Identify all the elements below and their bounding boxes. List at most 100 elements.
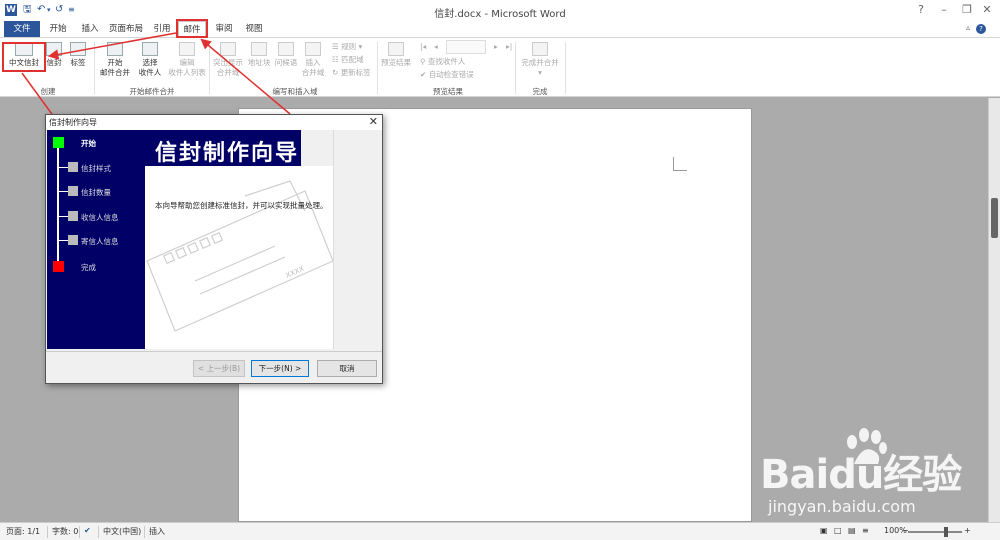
rules-label: 规则: [341, 42, 357, 51]
status-insert-mode[interactable]: 插入: [149, 526, 165, 537]
step-sender-info[interactable]: 寄信人信息: [81, 236, 119, 247]
postcode-box: [210, 231, 224, 245]
zoom-slider[interactable]: [908, 531, 962, 533]
preview-icon: [388, 42, 404, 56]
status-separator: [79, 526, 80, 538]
close-icon[interactable]: ✕: [978, 3, 996, 17]
postcode-box: [198, 236, 212, 250]
prev-record-icon[interactable]: ◂: [434, 42, 438, 52]
status-separator: [144, 526, 145, 538]
envelope-wizard-dialog: 信封制作向导 ✕ 开始 信封样式 信封数量 收信人信息 寄信人信息 完成 信封制…: [45, 114, 383, 384]
auto-check-icon: ✔: [420, 70, 427, 79]
envelope-button[interactable]: 信封: [44, 42, 64, 68]
status-word-count[interactable]: 字数: 0: [52, 526, 78, 537]
wizard-description: 本向导帮助您创建标准信封，并可以实现批量处理。: [155, 201, 328, 210]
next-button[interactable]: 下一步(N) >: [251, 360, 309, 377]
collapse-ribbon-icon[interactable]: ▵: [966, 23, 970, 32]
edit-recipients-line2: 收件人列表: [168, 68, 206, 77]
finish-merge-dropdown-icon: ▾: [538, 68, 542, 77]
scrollbar-thumb[interactable]: [991, 198, 998, 238]
mail-merge-icon: [107, 42, 123, 56]
outline-view-icon[interactable]: ≡: [862, 526, 869, 535]
auto-check-errors-button[interactable]: ✔ 自动检查错误: [420, 70, 474, 80]
minimize-icon[interactable]: –: [935, 3, 953, 17]
tab-page-layout[interactable]: 页面布局: [106, 21, 146, 37]
step-finish-marker: [53, 261, 64, 272]
step-envelope-count[interactable]: 信封数量: [81, 187, 111, 198]
step-marker: [68, 235, 78, 245]
select-recipients-button[interactable]: 选择 收件人: [134, 42, 166, 78]
restore-icon[interactable]: ❐: [958, 3, 976, 17]
tab-file[interactable]: 文件: [4, 21, 40, 37]
step-connector: [59, 216, 68, 217]
insert-field-icon: [305, 42, 321, 56]
cancel-button[interactable]: 取消: [317, 360, 377, 377]
insert-merge-field-button[interactable]: 插入 合并域: [299, 42, 327, 78]
postcode-box: [174, 246, 188, 260]
preview-results-label: 预览结果: [381, 58, 411, 67]
status-page[interactable]: 页面: 1/1: [6, 526, 40, 537]
greeting-line-button[interactable]: 问候语: [273, 42, 299, 68]
step-finish[interactable]: 完成: [81, 262, 96, 273]
help-question-icon[interactable]: ?: [912, 3, 930, 17]
status-language[interactable]: 中文(中国): [103, 526, 141, 537]
start-mail-merge-button[interactable]: 开始 邮件合并: [96, 42, 134, 78]
full-screen-view-icon[interactable]: □: [834, 526, 842, 535]
tab-insert[interactable]: 插入: [76, 21, 104, 37]
greeting-line-icon: [278, 42, 294, 56]
help-icon[interactable]: ?: [976, 24, 986, 34]
labels-label: 标签: [70, 58, 86, 67]
wizard-banner: 信封制作向导: [145, 130, 301, 166]
step-start[interactable]: 开始: [81, 138, 96, 149]
step-envelope-style[interactable]: 信封样式: [81, 163, 111, 174]
first-record-icon[interactable]: |◂: [420, 42, 426, 52]
proofing-icon[interactable]: ✔: [84, 526, 91, 535]
back-button[interactable]: < 上一步(B): [193, 360, 245, 377]
dialog-button-separator: [46, 351, 382, 352]
recipients-icon: [142, 42, 158, 56]
wizard-steps-panel: 开始 信封样式 信封数量 收信人信息 寄信人信息 完成: [47, 130, 145, 349]
next-record-icon[interactable]: ▸: [494, 42, 498, 52]
envelope-label: 信封: [46, 58, 62, 67]
group-separator: [209, 42, 210, 94]
group-separator: [515, 42, 516, 94]
postcode-box: [162, 251, 176, 265]
margin-corner-mark: [673, 157, 687, 171]
preview-results-button[interactable]: 预览结果: [379, 42, 413, 68]
finish-merge-button[interactable]: 完成并合并 ▾: [517, 42, 563, 78]
tab-view[interactable]: 视图: [240, 21, 268, 37]
tab-review[interactable]: 审阅: [210, 21, 238, 37]
web-layout-view-icon[interactable]: ▤: [848, 526, 856, 535]
find-recipient-button[interactable]: ⚲ 查找收件人: [420, 57, 465, 67]
update-labels-button[interactable]: ↻ 更新标签: [332, 68, 371, 78]
group-label-finish: 完成: [532, 87, 548, 96]
group-separator: [377, 42, 378, 94]
dialog-close-icon[interactable]: ✕: [369, 115, 378, 128]
find-recipient-icon: ⚲: [420, 57, 426, 66]
match-fields-button[interactable]: ☷ 匹配域: [332, 55, 364, 65]
zoom-in-icon[interactable]: +: [964, 526, 971, 535]
address-block-button[interactable]: 地址块: [245, 42, 273, 68]
insert-field-line2: 合并域: [301, 68, 325, 77]
envelope-illustration: XXXX: [146, 180, 333, 332]
rules-button[interactable]: ☰ 规则 ▾: [332, 42, 362, 52]
address-block-label: 地址块: [247, 58, 271, 67]
zoom-slider-thumb[interactable]: [944, 527, 948, 537]
ribbon-mailings: 中文信封 信封 标签 创建 开始 邮件合并 选择 收件人 编辑 收件人列表 开始…: [0, 37, 1000, 97]
labels-button[interactable]: 标签: [66, 42, 90, 68]
greeting-line-label: 问候语: [274, 58, 298, 67]
print-layout-view-icon[interactable]: ▣: [820, 526, 828, 535]
watermark-url: jingyan.baidu.com: [768, 497, 916, 516]
tab-references[interactable]: 引用: [148, 21, 176, 37]
record-number-input[interactable]: [446, 40, 486, 54]
group-label-write-insert: 编写和插入域: [272, 87, 318, 96]
highlight-merge-fields-button[interactable]: 突出显示 合并域: [211, 42, 245, 78]
tab-home[interactable]: 开始: [44, 21, 72, 37]
step-recipient-info[interactable]: 收信人信息: [81, 212, 119, 223]
last-record-icon[interactable]: ▸|: [506, 42, 512, 52]
group-label-create: 创建: [40, 87, 56, 96]
edit-recipient-list-button[interactable]: 编辑 收件人列表: [166, 42, 208, 78]
address-line: [194, 245, 276, 282]
step-connector: [59, 191, 68, 192]
envelope-icon: [46, 42, 62, 56]
